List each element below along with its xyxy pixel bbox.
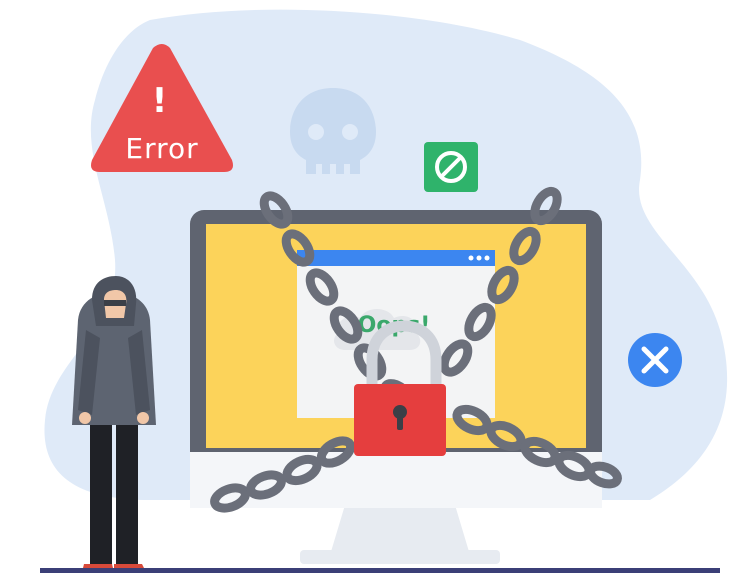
security-error-illustration: ! Error Oops!: [40, 9, 728, 573]
error-label: Error: [125, 132, 198, 165]
hooded-person: [72, 276, 156, 572]
error-exclamation: !: [152, 81, 169, 121]
floor-line: [40, 568, 720, 573]
monitor-stand: [300, 505, 500, 564]
blocked-icon: [424, 142, 478, 192]
close-circle-icon: [628, 333, 682, 387]
